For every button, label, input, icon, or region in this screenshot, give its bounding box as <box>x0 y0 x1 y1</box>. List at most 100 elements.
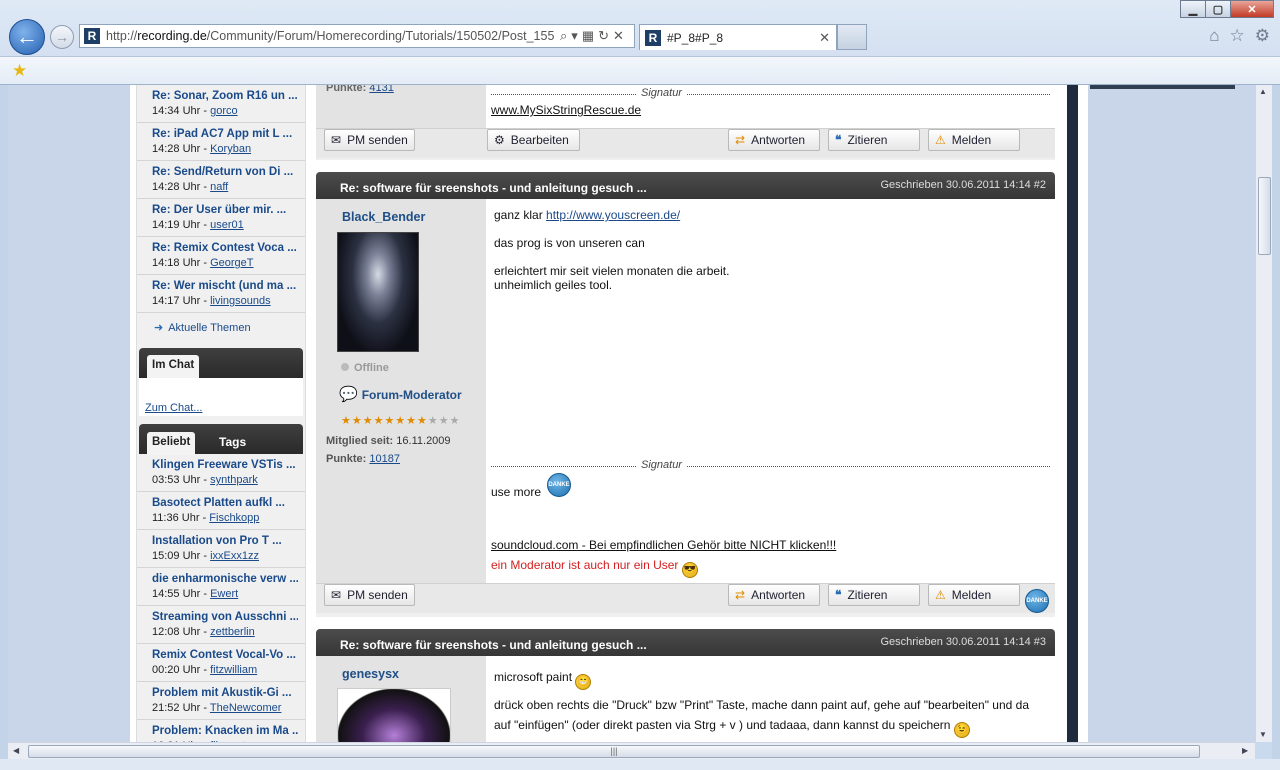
topic-user-link[interactable]: Fischkopp <box>209 512 259 524</box>
danke-button-icon[interactable]: DANKE <box>1025 589 1049 613</box>
topic-user-link[interactable]: ixxExx1zz <box>210 550 259 562</box>
post-2-line-2: das prog is von unseren can <box>494 236 645 250</box>
list-item: Problem mit Akustik-Gi ... 21:52 Uhr - Th… <box>137 682 305 720</box>
scroll-down-icon[interactable]: ▼ <box>1259 730 1267 739</box>
topic-user-link[interactable]: TheNewcomer <box>210 702 282 714</box>
quote-button[interactable]: ❝ Zitieren <box>828 129 920 151</box>
author-name[interactable]: Black_Bender <box>342 210 425 224</box>
post-2-body: ganz klar http://www.youscreen.de/ das p… <box>486 199 1055 583</box>
scroll-left-icon[interactable]: ◀ <box>13 746 19 755</box>
address-bar[interactable]: R http://recording.de/Community/Forum/Ho… <box>79 24 635 48</box>
settings-gear-icon[interactable]: ⚙ <box>1255 26 1270 46</box>
search-icon[interactable]: ⌕ <box>560 28 567 44</box>
back-button[interactable]: ← <box>9 19 45 55</box>
new-tab-button[interactable] <box>837 24 867 50</box>
topic-meta: 15:09 Uhr - ixxExx1zz <box>152 550 298 562</box>
close-window-button[interactable]: ✕ <box>1230 0 1274 18</box>
horizontal-scrollbar[interactable]: ◀ ||| ▶ <box>8 742 1255 759</box>
topic-link[interactable]: Klingen Freeware VSTis ... <box>152 459 298 471</box>
tab-im-chat[interactable]: Im Chat <box>147 355 200 378</box>
browser-chrome: ▁ ▢ ✕ ← → R http://recording.de/Communit… <box>0 0 1280 85</box>
signature-link[interactable]: www.MySixStringRescue.de <box>491 103 641 117</box>
topic-user-link[interactable]: synthpark <box>210 474 258 486</box>
moderator-line: ein Moderator ist auch nur ein User 😎 <box>491 558 698 578</box>
topic-user-link[interactable]: naff <box>210 181 228 193</box>
topic-meta: 21:52 Uhr - TheNewcomer <box>152 702 298 714</box>
topic-link[interactable]: Re: Der User über mir. ... <box>152 204 298 216</box>
topic-link[interactable]: Installation von Pro T ... <box>152 535 298 547</box>
minimize-button[interactable]: ▁ <box>1180 0 1206 18</box>
chat-bubbles-icon: 💬 <box>339 386 358 403</box>
url-text[interactable]: http://recording.de/Community/Forum/Home… <box>106 29 554 43</box>
author-name[interactable]: genesysx <box>342 667 399 681</box>
horizontal-scroll-thumb[interactable]: ||| <box>28 745 1200 758</box>
vertical-scrollbar[interactable]: ▲ ▼ <box>1255 85 1272 742</box>
topic-user-link[interactable]: user01 <box>210 219 244 231</box>
author-points-value[interactable]: 10187 <box>369 453 400 465</box>
topic-user-link[interactable]: Ewert <box>210 588 238 600</box>
compat-view-icon[interactable]: ▦ <box>582 28 594 44</box>
scroll-up-icon[interactable]: ▲ <box>1259 87 1267 96</box>
maximize-button[interactable]: ▢ <box>1205 0 1231 18</box>
topic-link[interactable]: Basotect Platten aufkl ... <box>152 497 298 509</box>
soundcloud-link[interactable]: soundcloud.com - Bei empfindlichen Gehör… <box>491 538 836 552</box>
stop-icon[interactable]: ✕ <box>613 28 624 44</box>
favorites-star-icon[interactable]: ☆ <box>1230 26 1245 46</box>
topic-link[interactable]: Re: Wer mischt (und ma ... <box>152 280 298 292</box>
back-arrow-icon: ← <box>16 24 38 49</box>
tab-beliebt[interactable]: Beliebt <box>147 432 196 455</box>
vertical-scroll-thumb[interactable] <box>1258 177 1271 255</box>
topic-user-link[interactable]: zettberlin <box>210 626 255 638</box>
youscreen-link[interactable]: http://www.youscreen.de/ <box>546 208 680 222</box>
report-button[interactable]: ⚠ Melden <box>928 129 1020 151</box>
signature-text: use more <box>491 485 541 499</box>
reply-button[interactable]: ⇄ Antworten <box>728 584 820 606</box>
topic-link[interactable]: Streaming von Ausschni ... <box>152 611 298 623</box>
points-value[interactable]: 4131 <box>369 85 393 94</box>
tab-tags[interactable]: Tags <box>219 435 246 449</box>
list-item: Re: Remix Contest Voca ... 14:18 Uhr - Ge… <box>137 237 305 275</box>
list-item: die enharmonische verw ... 14:55 Uhr - Ew… <box>137 568 305 606</box>
forward-button[interactable]: → <box>50 25 74 49</box>
topic-link[interactable]: Re: iPad AC7 App mit L ... <box>152 128 298 140</box>
topic-user-link[interactable]: GeorgeT <box>210 257 253 269</box>
topic-link[interactable]: die enharmonische verw ... <box>152 573 298 585</box>
points-label: Punkte: <box>326 85 367 94</box>
dropdown-icon[interactable]: ▾ <box>571 28 578 44</box>
cool-smiley-icon: 😎 <box>681 562 698 578</box>
post-2-line-1: ganz klar http://www.youscreen.de/ <box>494 208 680 222</box>
refresh-icon[interactable]: ↻ <box>598 28 609 44</box>
reply-button[interactable]: ⇄ Antworten <box>728 129 820 151</box>
topic-link[interactable]: Problem mit Akustik-Gi ... <box>152 687 298 699</box>
pm-label: PM senden <box>347 588 408 602</box>
browser-tab[interactable]: R #P_8#P_8 ✕ <box>639 24 837 50</box>
pm-send-button[interactable]: ✉ PM senden <box>324 129 415 151</box>
edit-button[interactable]: ⚙ Bearbeiten <box>487 129 580 151</box>
quote-button[interactable]: ❝ Zitieren <box>828 584 920 606</box>
danke-badge-icon[interactable]: DANKE <box>547 473 571 497</box>
topic-user-link[interactable]: fitzwilliam <box>210 664 257 676</box>
list-item: Remix Contest Vocal-Vo ... 00:20 Uhr - fi… <box>137 644 305 682</box>
topic-link[interactable]: Remix Contest Vocal-Vo ... <box>152 649 298 661</box>
topic-link[interactable]: Re: Sonar, Zoom R16 un ... <box>152 90 298 102</box>
add-favorites-icon[interactable]: ★ <box>12 61 27 81</box>
post-3-body: microsoft paint 😁 drück oben rechts die … <box>486 656 1055 742</box>
topic-time: 14:34 Uhr - <box>152 105 208 117</box>
topic-link[interactable]: Re: Remix Contest Voca ... <box>152 242 298 254</box>
topic-user-link[interactable]: gorco <box>210 105 238 117</box>
topic-user-link[interactable]: livingsounds <box>210 295 271 307</box>
scroll-right-icon[interactable]: ▶ <box>1242 746 1248 755</box>
topic-link[interactable]: Re: Send/Return von Di ... <box>152 166 298 178</box>
recent-more-link[interactable]: ➜ Aktuelle Themen <box>137 313 305 342</box>
topic-user-link[interactable]: Koryban <box>210 143 251 155</box>
line-1-text: microsoft paint <box>494 670 573 684</box>
close-tab-icon[interactable]: ✕ <box>819 30 830 46</box>
home-icon[interactable]: ⌂ <box>1209 26 1219 46</box>
post-2-actions: ✉ PM senden ⇄ Antworten ❝ Zitieren ⚠ Melden … <box>316 583 1055 613</box>
topic-time: 14:17 Uhr - <box>152 295 208 307</box>
chat-link[interactable]: Zum Chat... <box>145 402 202 414</box>
pm-send-button[interactable]: ✉ PM senden <box>324 584 415 606</box>
rating-stars: ★★★★★★★★★★★ <box>341 415 461 427</box>
report-button[interactable]: ⚠ Melden <box>928 584 1020 606</box>
topic-link[interactable]: Problem: Knacken im Ma ... <box>152 725 298 737</box>
